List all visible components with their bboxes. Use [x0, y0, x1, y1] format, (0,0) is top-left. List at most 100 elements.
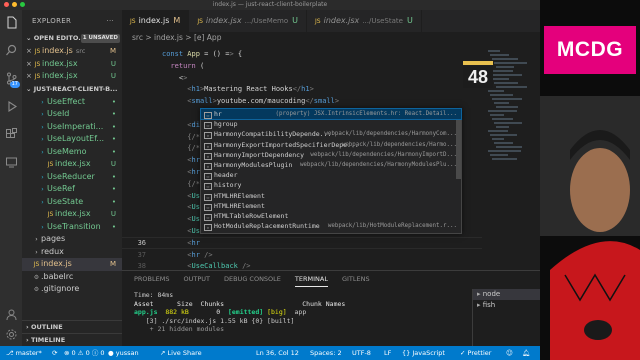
- tree-item[interactable]: › pages: [22, 233, 122, 246]
- suggestion-item[interactable]: ▭ HTMLHRElement: [201, 201, 461, 211]
- close-icon[interactable]: ×: [26, 45, 33, 58]
- git-status-dot: •: [111, 97, 116, 106]
- suggestion-item[interactable]: ▭ hr (property) JSX.IntrinsicElements.hr: …: [200, 107, 462, 121]
- suggestion-item[interactable]: ◇ HarmonyCompatibilityDepende... webpack/l…: [201, 129, 461, 140]
- prettier-status[interactable]: ✓ Prettier: [460, 346, 491, 360]
- open-editors-header[interactable]: ⌄ OPEN EDITO... 1 UNSAVED: [22, 32, 122, 45]
- tree-item[interactable]: › UseId •: [22, 108, 122, 121]
- tree-item[interactable]: JS index.jsx U: [22, 158, 122, 171]
- language-mode[interactable]: {} JavaScript: [402, 346, 445, 360]
- line-ending[interactable]: LF: [384, 346, 391, 360]
- outline-header[interactable]: › OUTLINE: [22, 320, 122, 333]
- git-status-dot: •: [111, 135, 116, 143]
- tree-item[interactable]: › UseTransition •: [22, 221, 122, 234]
- panel-tab[interactable]: PROBLEMS: [134, 271, 169, 287]
- suggestion-item[interactable]: ◇ HarmonyExportImportedSpecifierDepe... we…: [201, 140, 461, 150]
- sync-icon[interactable]: ⟳: [52, 346, 57, 360]
- suggestion-item[interactable]: ▭ HTMLHRElement: [201, 191, 461, 201]
- tree-item[interactable]: JS index.js M: [22, 258, 122, 271]
- open-editor-item[interactable]: × JS index.jsx U: [22, 58, 122, 71]
- tree-item-label: UseMemo: [47, 146, 87, 156]
- code-line[interactable]: const App = () => {: [122, 48, 540, 60]
- encoding[interactable]: UTF-8: [352, 346, 371, 360]
- minimap-line: [490, 54, 509, 56]
- minimap-line: [490, 134, 517, 136]
- class-icon: ◇: [204, 132, 212, 140]
- line-code: <hr: [187, 156, 200, 165]
- suggestion-item[interactable]: ▭ history: [201, 180, 461, 191]
- tree-item[interactable]: › UseLayoutEf... •: [22, 133, 122, 146]
- file-tree: › UseEffect • › UseId • › UseImperati... • › UseLa…: [22, 96, 122, 296]
- class-icon: ◇: [204, 152, 212, 160]
- cursor-position[interactable]: Ln 36, Col 12: [256, 346, 299, 360]
- panel-tab[interactable]: GITLENS: [342, 271, 370, 287]
- indentation[interactable]: Spaces: 2: [310, 346, 342, 360]
- panel-tab[interactable]: TERMINAL: [294, 271, 328, 287]
- extensions-icon[interactable]: [4, 128, 18, 142]
- tree-item[interactable]: › UseImperati... •: [22, 121, 122, 134]
- breadcrumb[interactable]: src > index.js > [e] App: [122, 32, 540, 44]
- code-line[interactable]: <small>youtube.com/maucoding</small>: [122, 95, 540, 107]
- close-window-button[interactable]: [4, 2, 9, 7]
- tree-item[interactable]: › UseState •: [22, 196, 122, 209]
- files-icon[interactable]: [4, 16, 18, 30]
- terminal-instance[interactable]: ▸ fish: [473, 300, 540, 311]
- settings-icon[interactable]: [4, 328, 18, 342]
- tree-item[interactable]: › UseEffect •: [22, 96, 122, 109]
- run-debug-icon[interactable]: [4, 100, 18, 114]
- search-icon[interactable]: [4, 44, 18, 58]
- suggestion-item[interactable]: ◇ HarmonyImportDependency webpack/lib/depe…: [201, 150, 461, 160]
- source-control-icon[interactable]: 17: [4, 72, 20, 88]
- problems-status[interactable]: ⊗ 0 ⚠ 0 ⓘ 0: [64, 346, 105, 360]
- notifications-icon[interactable]: 🔔︎: [522, 346, 530, 360]
- remote-icon[interactable]: [4, 156, 18, 170]
- open-editor-item[interactable]: × JS index.js src M: [22, 45, 122, 58]
- account-icon[interactable]: [4, 308, 18, 322]
- terminal-hidden: + 21 hidden modules: [134, 325, 225, 333]
- tree-item[interactable]: › UseRef •: [22, 183, 122, 196]
- line-number: 36: [137, 238, 146, 247]
- editor-tab[interactable]: JS index.jsx .../UseState U: [307, 10, 422, 32]
- tree-item[interactable]: › UseReducer •: [22, 171, 122, 184]
- minimap-line: [490, 154, 508, 156]
- branch-status[interactable]: ⎇ master*: [6, 346, 42, 360]
- feedback-icon[interactable]: ☺: [506, 346, 513, 360]
- maximize-window-button[interactable]: [20, 2, 25, 7]
- live-share-button[interactable]: ↗ Live Share: [160, 346, 202, 360]
- minimize-window-button[interactable]: [12, 2, 17, 7]
- line-code: <Us: [187, 191, 200, 200]
- suggestion-item[interactable]: ▭ HTMLTableRowElement: [201, 211, 461, 221]
- suggestion-label: HarmonyExportImportedSpecifierDepe...: [214, 140, 359, 149]
- tree-item[interactable]: ⚙ .babelrc: [22, 271, 122, 284]
- suggestion-item[interactable]: ◇ HotModuleReplacementRuntime webpack/lib/…: [201, 221, 461, 232]
- warning-count: 0: [85, 349, 90, 357]
- panel-tab[interactable]: OUTPUT: [183, 271, 210, 287]
- editor-tab[interactable]: JS index.js M: [122, 10, 190, 32]
- close-icon[interactable]: ×: [26, 70, 33, 83]
- terminal-output[interactable]: Time: 84ms Asset Size Chunks Chunk Names…: [134, 291, 345, 334]
- tree-item[interactable]: › UseMemo •: [22, 146, 122, 159]
- editor-tab[interactable]: JS index.jsx .../UseMemo U: [189, 10, 308, 32]
- close-icon[interactable]: ×: [26, 58, 33, 71]
- explorer-sidebar: EXPLORER ··· ⌄ OPEN EDITO... 1 UNSAVED ×…: [22, 10, 122, 346]
- tree-item[interactable]: JS index.jsx U: [22, 208, 122, 221]
- explorer-title-text: EXPLORER: [32, 17, 72, 25]
- code-line[interactable]: 38 <UseCallback />: [122, 260, 540, 270]
- tree-item-label: UseId: [47, 109, 70, 118]
- more-actions-icon[interactable]: ···: [106, 10, 114, 32]
- suggestion-item[interactable]: ◇ HarmonyModulesPlugin webpack/lib/depende…: [201, 160, 461, 170]
- open-editor-item[interactable]: × JS index.jsx U: [22, 70, 122, 83]
- timeline-header[interactable]: › TIMELINE: [22, 333, 122, 346]
- git-status-badge: U: [110, 72, 116, 80]
- project-header[interactable]: ⌄ JUST-REACT-CLIENT-B...: [22, 83, 122, 96]
- suggestion-item[interactable]: ▭ hgroup: [201, 119, 461, 130]
- tree-item[interactable]: › redux: [22, 246, 122, 259]
- terminal-instance[interactable]: ▸ node: [473, 289, 540, 300]
- panel-tab[interactable]: DEBUG CONSOLE: [224, 271, 281, 287]
- tree-item[interactable]: ⚙ .gitignore: [22, 283, 122, 296]
- code-line[interactable]: 37 <hr />: [122, 249, 540, 261]
- git-status-badge: M: [109, 260, 116, 268]
- user-status[interactable]: ● yussan: [108, 346, 139, 360]
- code-line[interactable]: 36 <hr: [122, 236, 540, 249]
- suggestion-item[interactable]: ▭ header: [201, 170, 461, 181]
